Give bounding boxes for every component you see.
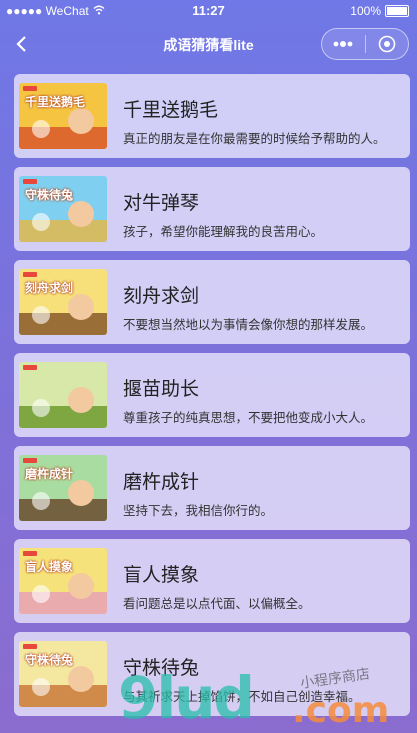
idiom-thumbnail: 磨杵成针 <box>19 455 107 521</box>
thumbnail-caption: 刻舟求剑 <box>25 281 74 295</box>
idiom-title: 盲人摸象 <box>123 565 200 586</box>
thumbnail-caption: 守株待兔 <box>25 653 74 667</box>
more-button[interactable] <box>322 29 365 59</box>
thumbnail-caption: 守株待兔 <box>25 188 74 202</box>
thumbnail-caption: 千里送鹅毛 <box>25 95 86 109</box>
idiom-title: 磨杵成针 <box>123 472 200 493</box>
idiom-card[interactable]: 盲人摸象 盲人摸象看问题总是以点代面、以偏概全。 <box>14 539 410 623</box>
battery-group: 100% <box>350 4 409 18</box>
idiom-card[interactable]: 揠苗助长尊重孩子的纯真思想，不要把他变成小大人。 <box>14 353 410 437</box>
idiom-thumbnail: 守株待兔 <box>19 176 107 242</box>
mini-program-capsule <box>321 28 409 60</box>
nav-bar: 成语猜猜看lite <box>0 22 417 66</box>
watermark-logo: 9lud <box>118 664 255 732</box>
idiom-title: 对牛弹琴 <box>123 193 200 214</box>
idiom-description: 真正的朋友是在你最需要的时候给予帮助的人。 <box>123 132 386 146</box>
idiom-description: 孩子，希望你能理解我的良苦用心。 <box>123 225 324 239</box>
status-bar: ●●●●● WeChat 11:27 100% <box>0 0 417 22</box>
idiom-description: 看问题总是以点代面、以偏概全。 <box>123 597 311 611</box>
battery-icon <box>385 5 409 17</box>
idiom-card[interactable]: 刻舟求剑 刻舟求剑不要想当然地以为事情会像你想的那样发展。 <box>14 260 410 344</box>
idiom-card[interactable]: 千里送鹅毛 千里送鹅毛真正的朋友是在你最需要的时候给予帮助的人。 <box>14 74 410 158</box>
idiom-title: 揠苗助长 <box>123 379 200 400</box>
idiom-thumbnail: 千里送鹅毛 <box>19 83 107 149</box>
idiom-thumbnail: 刻舟求剑 <box>19 269 107 335</box>
more-dots-icon <box>333 41 353 47</box>
thumbnail-caption: 盲人摸象 <box>25 560 74 574</box>
idiom-list: 千里送鹅毛 千里送鹅毛真正的朋友是在你最需要的时候给予帮助的人。守株待兔 对牛弹琴孩… <box>14 74 410 725</box>
close-button[interactable] <box>366 29 409 59</box>
idiom-thumbnail: 守株待兔 <box>19 641 107 707</box>
idiom-description: 坚持下去，我相信你行的。 <box>123 504 274 518</box>
idiom-description: 尊重孩子的纯真思想，不要把他变成小大人。 <box>123 411 374 425</box>
idiom-title: 千里送鹅毛 <box>123 100 219 121</box>
target-circle-icon <box>378 35 396 53</box>
watermark-suffix: .com <box>292 690 390 731</box>
idiom-card[interactable]: 守株待兔 对牛弹琴孩子，希望你能理解我的良苦用心。 <box>14 167 410 251</box>
thumbnail-caption: 磨杵成针 <box>25 467 74 481</box>
battery-percent: 100% <box>350 4 381 18</box>
idiom-title: 刻舟求剑 <box>123 286 200 307</box>
idiom-card[interactable]: 磨杵成针 磨杵成针坚持下去，我相信你行的。 <box>14 446 410 530</box>
idiom-thumbnail: 盲人摸象 <box>19 548 107 614</box>
idiom-thumbnail <box>19 362 107 428</box>
idiom-description: 不要想当然地以为事情会像你想的那样发展。 <box>123 318 374 332</box>
